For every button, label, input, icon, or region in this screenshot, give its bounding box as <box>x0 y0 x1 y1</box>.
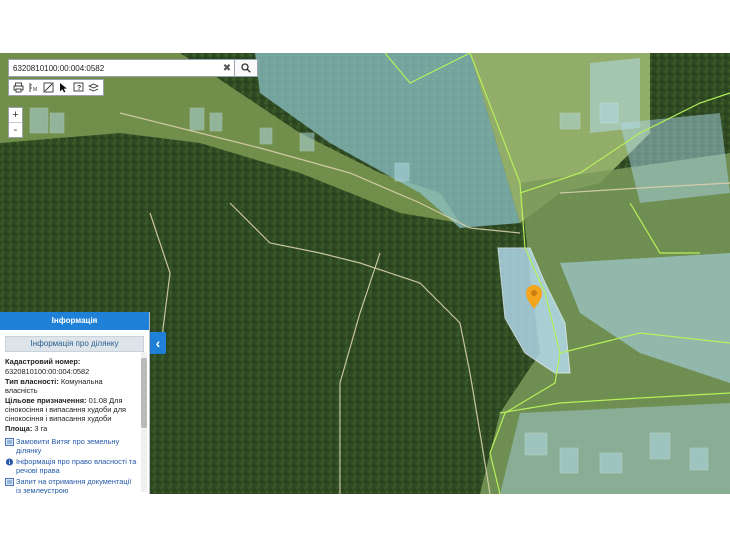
documentation-request-label: Запит на отримання документації із земле… <box>16 477 132 494</box>
collapse-panel-button[interactable]: ‹ <box>150 332 166 354</box>
zoom-in-button[interactable]: + <box>9 108 22 122</box>
info-scrollbar[interactable] <box>141 352 147 492</box>
svg-text:?: ? <box>77 85 81 92</box>
info-panel-header: Інформація <box>0 312 149 330</box>
document-icon <box>5 478 14 486</box>
info-circle-icon <box>5 458 14 466</box>
scrollbar-thumb[interactable] <box>141 358 147 428</box>
order-extract-link[interactable]: Замовити Витяг про земельну ділянку <box>5 437 137 455</box>
chevron-left-icon: ‹ <box>155 335 161 351</box>
info-panel-subheader[interactable]: Інформація про ділянку <box>5 336 144 352</box>
info-panel: Інформація Інформація про ділянку Кадаст… <box>0 312 150 494</box>
parcel-links: Замовити Витяг про земельну ділянку Інфо… <box>5 437 137 494</box>
order-extract-label: Замовити Витяг про земельну ділянку <box>16 437 120 455</box>
search-button[interactable] <box>234 60 257 76</box>
measure-area-icon[interactable] <box>43 82 55 94</box>
area-value: 3 га <box>34 424 48 433</box>
ruler-icon[interactable]: M <box>28 82 40 94</box>
ownership-info-link[interactable]: Інформація про право власності та речові… <box>5 457 137 475</box>
search-input[interactable] <box>9 60 220 76</box>
purpose-label: Цільове призначення: <box>5 396 87 405</box>
document-icon <box>5 438 14 446</box>
cadastral-number-label: Кадастровий номер: <box>5 357 81 366</box>
cursor-icon[interactable] <box>58 82 70 94</box>
zoom-control: + - <box>8 107 23 138</box>
ownership-label: Тип власності: <box>5 377 59 386</box>
documentation-request-link[interactable]: Запит на отримання документації із земле… <box>5 477 137 494</box>
area-label: Площа: <box>5 424 33 433</box>
info-panel-body: Інформація про ділянку Кадастровий номер… <box>0 330 149 494</box>
parcel-details: Кадастровий номер: 6320810100:00:004:058… <box>0 357 149 494</box>
layers-icon[interactable] <box>88 82 100 94</box>
search-icon <box>241 63 251 73</box>
zoom-out-button[interactable]: - <box>9 122 22 137</box>
svg-text:M: M <box>33 87 37 93</box>
cadastral-search-box[interactable]: ✖ <box>8 59 258 77</box>
print-icon[interactable] <box>13 82 25 94</box>
clear-icon[interactable]: ✖ <box>220 63 234 74</box>
map-toolbar: M ? <box>8 79 104 96</box>
info-icon[interactable]: ? <box>73 82 85 94</box>
cadastral-number-value: 6320810100:00:004:0582 <box>5 367 90 376</box>
ownership-info-label: Інформація про право власності та речові… <box>16 457 137 475</box>
